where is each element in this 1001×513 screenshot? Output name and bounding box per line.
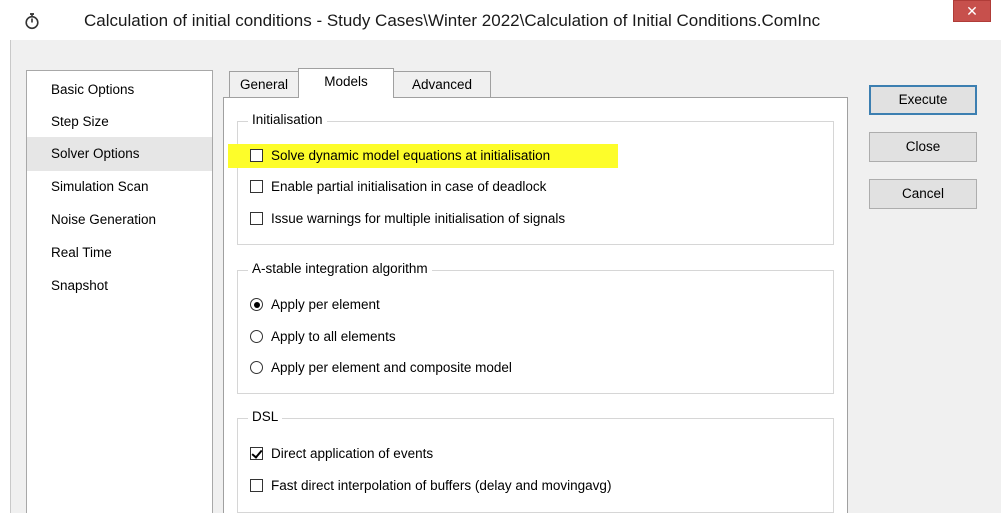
stopwatch-icon xyxy=(25,13,39,30)
options-sidebar: Basic Options Step Size Solver Options S… xyxy=(26,70,213,513)
close-button[interactable]: Close xyxy=(869,132,977,162)
sidebar-item-real-time[interactable]: Real Time xyxy=(27,236,212,270)
option-apply-to-all-elements[interactable]: Apply to all elements xyxy=(250,326,396,348)
option-direct-application-of-events[interactable]: Direct application of events xyxy=(250,443,433,465)
option-label: Issue warnings for multiple initialisati… xyxy=(271,211,566,226)
astable-group-title: A-stable integration algorithm xyxy=(248,261,432,276)
option-label: Apply per element and composite model xyxy=(271,360,512,375)
checkbox-solve-dynamic-equations[interactable] xyxy=(250,149,263,162)
option-solve-dynamic-equations[interactable]: Solve dynamic model equations at initial… xyxy=(250,145,550,167)
sidebar-item-basic-options[interactable]: Basic Options xyxy=(27,73,212,107)
radio-apply-to-all-elements[interactable] xyxy=(250,330,263,343)
option-label: Apply per element xyxy=(271,297,380,312)
window-title: Calculation of initial conditions - Stud… xyxy=(84,11,821,30)
cancel-button[interactable]: Cancel xyxy=(869,179,977,209)
tab-models[interactable]: Models xyxy=(298,68,394,98)
radio-apply-per-element-and-composite[interactable] xyxy=(250,361,263,374)
tab-advanced[interactable]: Advanced xyxy=(393,71,491,99)
radio-apply-per-element[interactable] xyxy=(250,298,263,311)
title-bar: Calculation of initial conditions - Stud… xyxy=(0,0,1001,40)
tab-general[interactable]: General xyxy=(229,71,299,99)
sidebar-item-snapshot[interactable]: Snapshot xyxy=(27,269,212,303)
option-label: Apply to all elements xyxy=(271,329,396,344)
checkbox-direct-application-of-events[interactable] xyxy=(250,447,263,460)
sidebar-item-step-size[interactable]: Step Size xyxy=(27,105,212,139)
option-fast-direct-interpolation[interactable]: Fast direct interpolation of buffers (de… xyxy=(250,475,611,497)
checkbox-issue-warnings[interactable] xyxy=(250,212,263,225)
sidebar-item-solver-options[interactable]: Solver Options xyxy=(27,137,212,171)
sidebar-item-noise-generation[interactable]: Noise Generation xyxy=(27,203,212,237)
sidebar-item-simulation-scan[interactable]: Simulation Scan xyxy=(27,170,212,204)
initialisation-group-title: Initialisation xyxy=(248,112,327,127)
window-close-icon[interactable]: ✕ xyxy=(953,0,991,22)
option-partial-initialisation[interactable]: Enable partial initialisation in case of… xyxy=(250,176,546,198)
checkbox-fast-direct-interpolation[interactable] xyxy=(250,479,263,492)
dsl-group: DSL xyxy=(237,409,834,513)
checkbox-partial-initialisation[interactable] xyxy=(250,180,263,193)
option-apply-per-element-and-composite[interactable]: Apply per element and composite model xyxy=(250,357,512,379)
option-label: Fast direct interpolation of buffers (de… xyxy=(271,478,612,493)
option-apply-per-element[interactable]: Apply per element xyxy=(250,294,380,316)
dsl-group-title: DSL xyxy=(248,409,283,424)
option-label: Direct application of events xyxy=(271,446,434,461)
option-issue-warnings[interactable]: Issue warnings for multiple initialisati… xyxy=(250,208,565,230)
option-label: Enable partial initialisation in case of… xyxy=(271,179,547,194)
execute-button[interactable]: Execute xyxy=(869,85,977,115)
option-label: Solve dynamic model equations at initial… xyxy=(271,148,551,163)
